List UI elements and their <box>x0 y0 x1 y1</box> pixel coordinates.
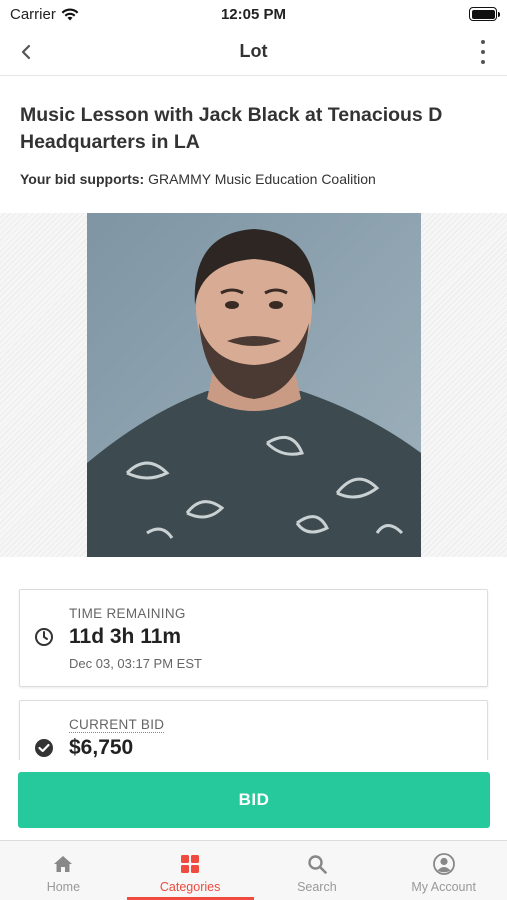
supports-label: Your bid supports: <box>20 171 145 187</box>
more-vertical-icon <box>481 40 485 44</box>
lot-title: Music Lesson with Jack Black at Tenaciou… <box>20 104 443 153</box>
bid-button[interactable]: BID <box>18 772 490 828</box>
supports-value: GRAMMY Music Education Coalition <box>148 171 376 187</box>
account-icon <box>432 853 455 875</box>
chevron-left-icon <box>21 44 31 60</box>
clock-time: 12:05 PM <box>220 5 287 23</box>
search-icon <box>308 855 327 874</box>
tab-bar: Home Categories Search My Account <box>0 840 507 900</box>
page-title: Lot <box>239 41 268 61</box>
bid-supports: Your bid supports: GRAMMY Music Educatio… <box>20 171 376 187</box>
clock-icon <box>35 628 53 646</box>
nav-bar: Lot <box>0 28 507 76</box>
tab-home-label: Home <box>46 880 81 894</box>
bid-button-bar: BID <box>0 760 507 840</box>
tab-search[interactable]: Search <box>254 841 381 900</box>
lot-image-band <box>0 213 507 557</box>
time-remaining-value: 11d 3h 11m <box>69 625 182 648</box>
status-bar: Carrier 12:05 PM <box>0 0 507 28</box>
more-button[interactable] <box>477 38 489 66</box>
battery-icon <box>469 7 500 21</box>
current-bid-label[interactable]: CURRENT BID <box>69 717 165 733</box>
check-circle-icon <box>35 739 53 757</box>
back-button[interactable] <box>14 40 38 64</box>
grid-icon <box>181 855 200 873</box>
home-icon <box>54 856 73 872</box>
tab-categories-label: Categories <box>159 880 221 894</box>
tab-my-account-label: My Account <box>411 880 476 894</box>
time-remaining-card: TIME REMAINING 11d 3h 11m Dec 03, 03:17 … <box>19 589 488 687</box>
tab-my-account[interactable]: My Account <box>380 841 507 900</box>
time-remaining-label: TIME REMAINING <box>69 606 186 621</box>
tab-home[interactable]: Home <box>0 841 127 900</box>
tab-categories[interactable]: Categories <box>126 841 254 900</box>
lot-photo[interactable] <box>87 213 421 557</box>
end-date: Dec 03, 03:17 PM EST <box>69 656 202 671</box>
current-bid-value: $6,750 <box>69 736 134 759</box>
tab-search-label: Search <box>297 880 337 894</box>
